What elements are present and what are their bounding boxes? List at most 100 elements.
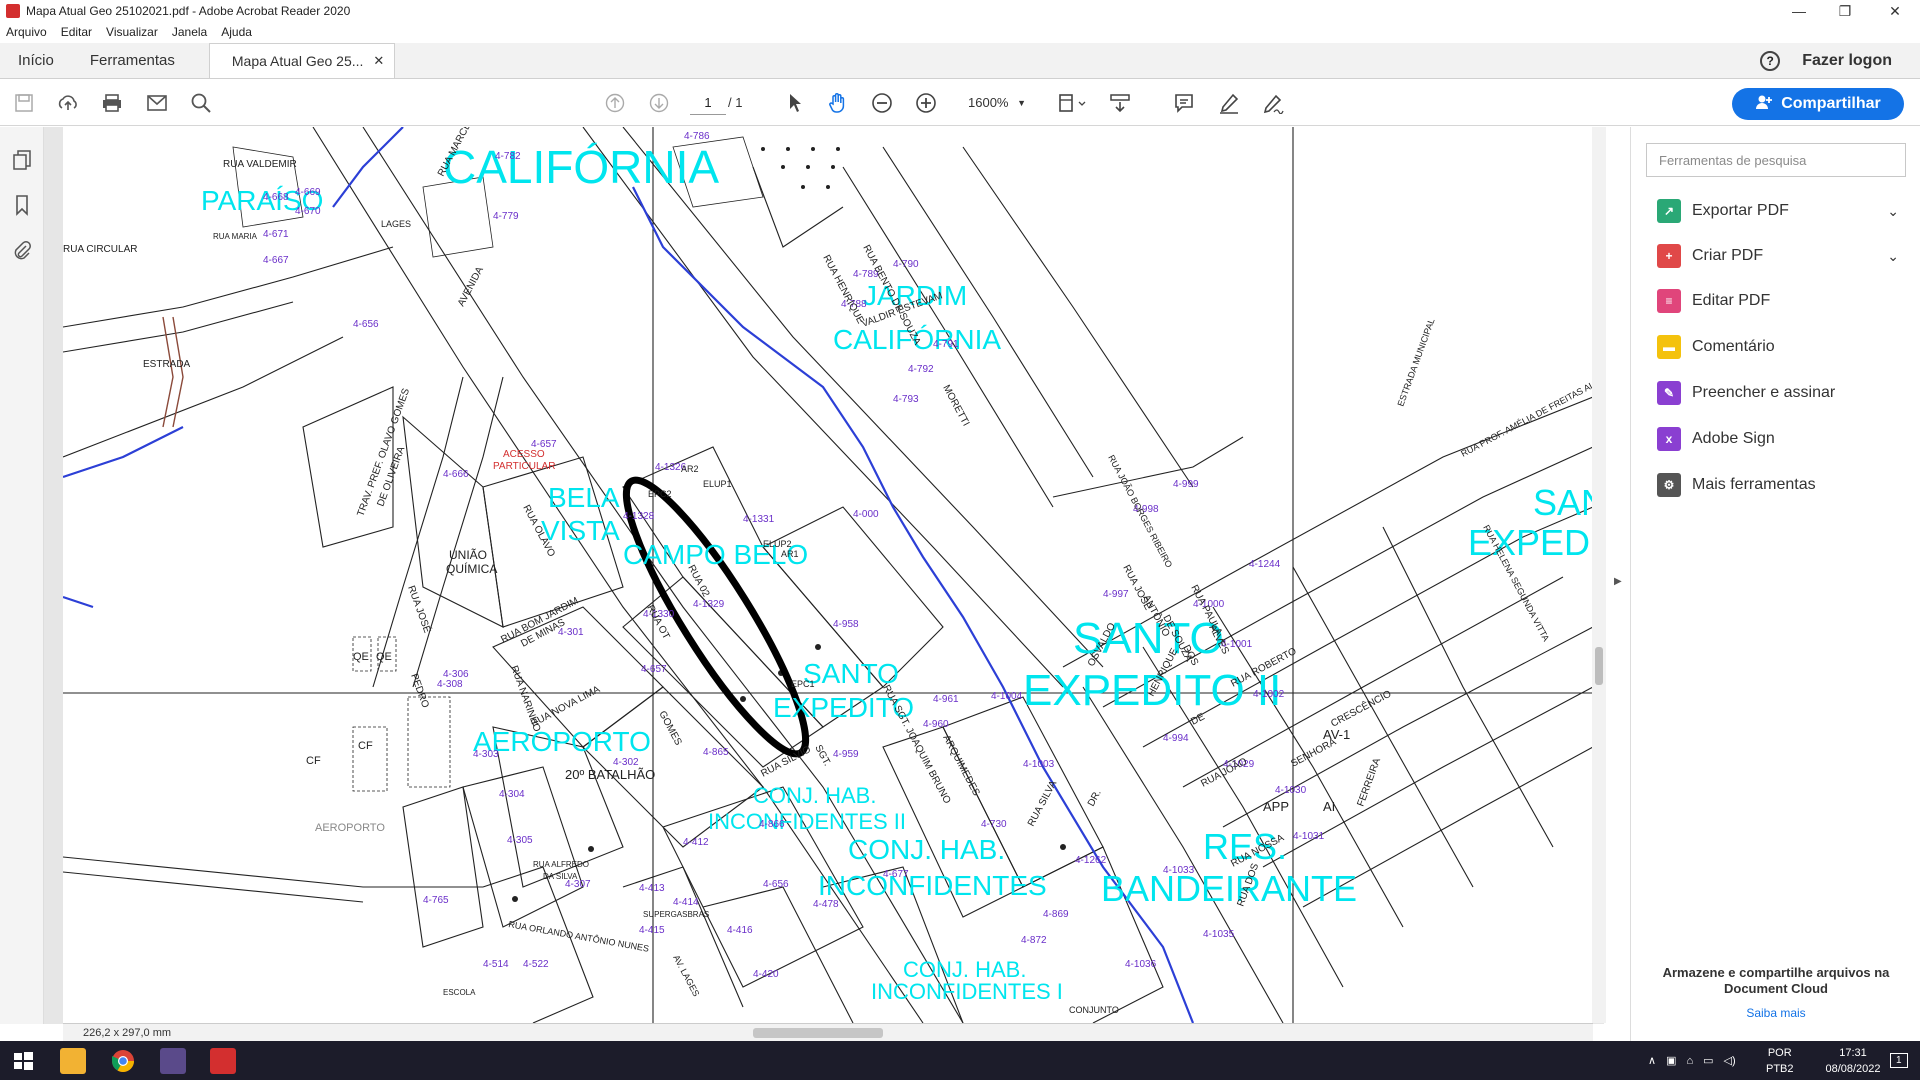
clock[interactable]: 17:31 08/08/2022 (1818, 1041, 1888, 1080)
map-text: ESTRADA MUNICIPAL (1395, 317, 1436, 408)
previous-page-icon[interactable] (603, 92, 627, 114)
tool-create-pdf[interactable]: + Criar PDF ⌄ (1657, 243, 1907, 269)
page-number-input[interactable]: 1 (690, 91, 726, 115)
tool-adobe-sign[interactable]: x Adobe Sign (1657, 426, 1907, 452)
map-text: PEDRO (408, 672, 431, 709)
next-page-icon[interactable] (647, 92, 671, 114)
map-text: RUA HENRIQUE (820, 253, 866, 326)
app-icon[interactable] (160, 1048, 186, 1074)
tray-chevron-icon[interactable]: ∧ (1648, 1054, 1656, 1067)
page-thumbnails-icon[interactable] (11, 149, 33, 171)
hand-tool-icon[interactable] (826, 92, 850, 114)
minimize-button[interactable]: — (1776, 0, 1822, 22)
tray-app-icon[interactable]: ▣ (1666, 1054, 1676, 1067)
lot-number: 4-415 (639, 925, 665, 936)
vertical-scrollbar[interactable] (1592, 127, 1606, 1023)
tool-fill-sign[interactable]: ✎ Preencher e assinar (1657, 380, 1907, 406)
print-icon[interactable] (100, 92, 124, 114)
adobe-sign-icon: x (1657, 427, 1681, 451)
lot-number: 4-671 (263, 229, 289, 240)
zoom-in-icon[interactable] (914, 92, 938, 114)
map-text: LAGES (381, 219, 411, 229)
logon-link[interactable]: Fazer logon (1802, 52, 1892, 70)
scroll-mode-icon[interactable] (1108, 92, 1132, 114)
tool-export-pdf[interactable]: ↗ Exportar PDF ⌄ (1657, 198, 1907, 224)
learn-more-link[interactable]: Saiba mais (1651, 1006, 1901, 1020)
select-cursor-icon[interactable] (783, 92, 807, 114)
lot-number: 4-1244 (1249, 559, 1281, 570)
menu-ajuda[interactable]: Ajuda (221, 25, 252, 39)
tool-label: Editar PDF (1692, 292, 1771, 309)
lot-number: 4-958 (833, 619, 859, 630)
vertical-scroll-thumb[interactable] (1595, 647, 1603, 685)
bookmark-icon[interactable] (11, 194, 33, 216)
maximize-button[interactable]: ❐ (1822, 0, 1868, 22)
tab-tools[interactable]: Ferramentas (72, 43, 209, 78)
map-text: PARTICULAR (493, 461, 555, 472)
zoom-level-select[interactable]: 1600% ▼ (952, 91, 1032, 115)
menu-janela[interactable]: Janela (172, 25, 207, 39)
tab-document[interactable]: Mapa Atual Geo 25... ✕ (208, 43, 396, 78)
title-bar: Mapa Atual Geo 25102021.pdf - Adobe Acro… (0, 0, 1920, 22)
help-icon[interactable]: ? (1760, 51, 1781, 71)
horizontal-scroll-thumb[interactable] (753, 1028, 883, 1038)
map-text: UNIÃO (449, 548, 487, 562)
lot-number: 4-872 (1021, 935, 1047, 946)
chrome-icon[interactable] (110, 1048, 136, 1074)
windows-start-icon[interactable] (10, 1048, 36, 1074)
lot-number: 4-1004 (991, 691, 1023, 702)
tool-edit-pdf[interactable]: ≡ Editar PDF (1657, 288, 1907, 314)
upload-cloud-icon[interactable] (56, 92, 80, 114)
map-text: ACESSO (503, 449, 545, 460)
clock-time: 17:31 (1839, 1046, 1867, 1059)
edit-pdf-icon: ≡ (1657, 289, 1681, 313)
acrobat-taskbar-icon[interactable] (210, 1048, 236, 1074)
lot-number: 4-790 (893, 259, 919, 270)
zoom-out-icon[interactable] (870, 92, 894, 114)
system-tray-icons[interactable]: ∧ ▣ ⌂ ▭ ◁) (1648, 1041, 1746, 1080)
close-window-button[interactable]: ✕ (1872, 0, 1918, 22)
network-icon[interactable]: ⌂ (1686, 1055, 1693, 1067)
collapse-right-panel-icon[interactable]: ▶ (1614, 576, 1622, 587)
tool-comment[interactable]: ▬ Comentário (1657, 334, 1907, 360)
menu-arquivo[interactable]: Arquivo (6, 25, 47, 39)
lot-number: 4-1030 (1275, 785, 1307, 796)
save-icon[interactable] (12, 92, 36, 114)
lot-number: 4-786 (684, 131, 710, 142)
tool-label: Mais ferramentas (1692, 476, 1816, 493)
close-tab-icon[interactable]: ✕ (373, 53, 384, 69)
menu-visualizar[interactable]: Visualizar (106, 25, 158, 39)
tools-search-input[interactable]: Ferramentas de pesquisa (1646, 143, 1906, 177)
map-label: CONJ. HAB. (753, 783, 876, 808)
comment-icon: ▬ (1657, 335, 1681, 359)
map-text: RUA ORLANDO ANTÔNIO NUNES (508, 919, 650, 954)
share-button[interactable]: Compartilhar (1732, 88, 1904, 120)
menu-editar[interactable]: Editar (61, 25, 92, 39)
tool-more[interactable]: ⚙ Mais ferramentas (1657, 472, 1907, 498)
cadastral-map: CALIFÓRNIA PARAÍSO JARDIM CALIFÓRNIA BEL… (63, 127, 1593, 1023)
language-indicator[interactable]: POR PTB2 (1766, 1041, 1794, 1080)
notifications-icon[interactable]: 1 (1890, 1041, 1908, 1080)
map-text: GOMES (656, 709, 683, 747)
highlight-pen-icon[interactable] (1217, 92, 1241, 114)
page-display-icon[interactable] (1056, 92, 1090, 114)
attachment-icon[interactable] (11, 239, 33, 261)
lot-number: 4-779 (493, 211, 519, 222)
search-zoom-icon[interactable] (189, 92, 213, 114)
lot-number: 4-793 (893, 394, 919, 405)
chevron-down-icon[interactable]: ⌄ (1887, 248, 1899, 265)
lot-number: 4-677 (883, 869, 909, 880)
map-text: RUA PROF. AMÉLIA DE FREITAS ALVES (1459, 371, 1593, 458)
file-explorer-icon[interactable] (60, 1048, 86, 1074)
tab-home[interactable]: Início (0, 43, 72, 78)
battery-icon[interactable]: ▭ (1703, 1054, 1713, 1067)
tab-bar: Início Ferramentas Mapa Atual Geo 25... … (0, 43, 1920, 79)
lot-number: 4-420 (753, 969, 779, 980)
chevron-down-icon[interactable]: ⌄ (1887, 203, 1899, 220)
comment-icon[interactable] (1172, 92, 1196, 114)
email-icon[interactable] (145, 92, 169, 114)
sign-pen-icon[interactable] (1261, 92, 1285, 114)
volume-icon[interactable]: ◁) (1724, 1054, 1736, 1067)
lot-number: 4-730 (981, 819, 1007, 830)
map-page[interactable]: CALIFÓRNIA PARAÍSO JARDIM CALIFÓRNIA BEL… (63, 127, 1593, 1023)
